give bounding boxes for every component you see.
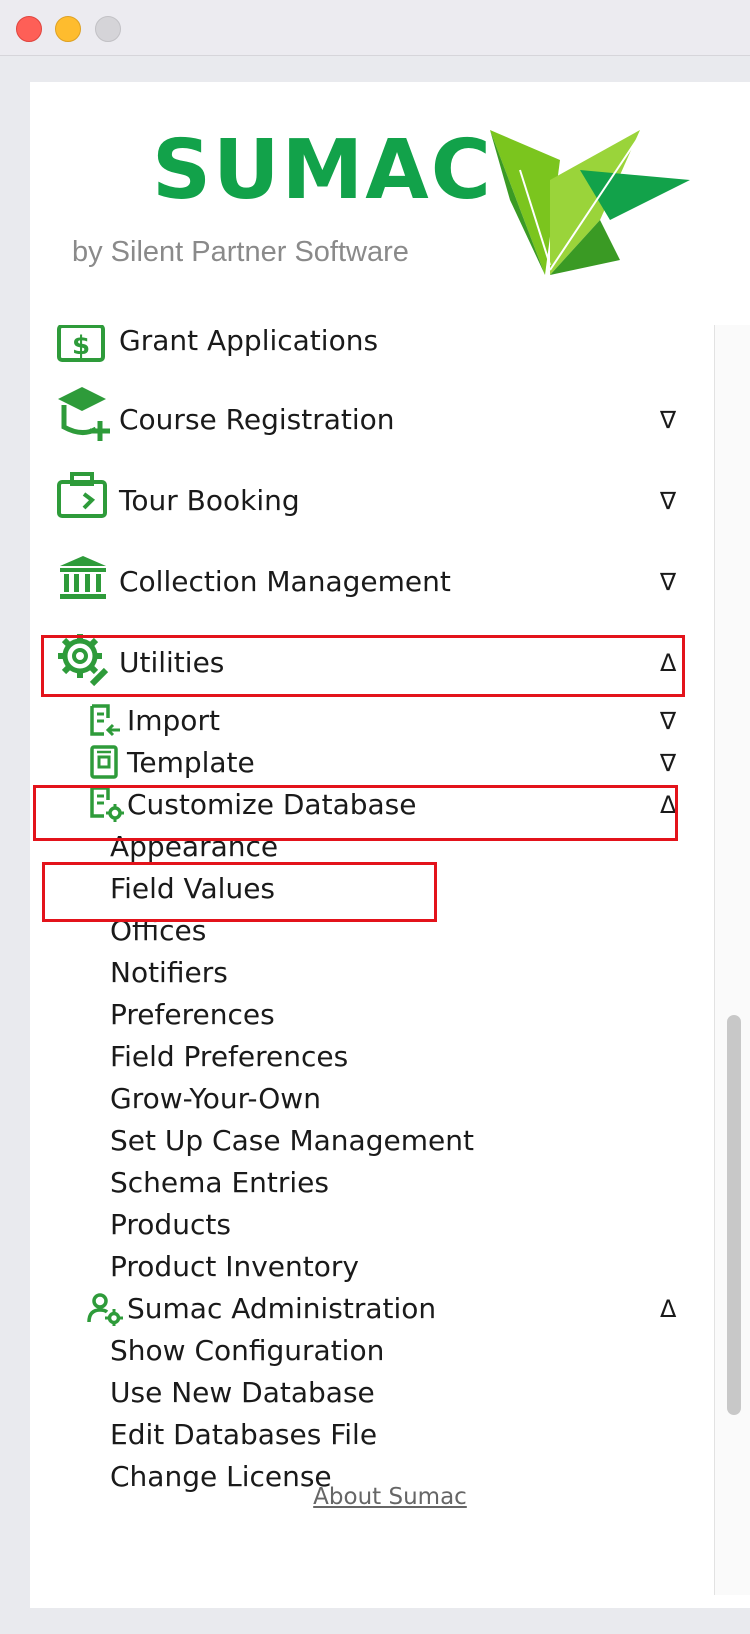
customize-item-label: Preferences — [110, 998, 275, 1031]
maximize-window-button[interactable] — [95, 16, 121, 42]
expand-arrow-icon[interactable]: ∇ — [660, 709, 676, 733]
customize-item-grow-your-own[interactable]: Grow-Your-Own — [30, 1078, 714, 1120]
menu-item-tour-booking[interactable]: Tour Booking ∇ — [30, 460, 714, 540]
user-gear-icon — [87, 1293, 123, 1326]
customize-item-products[interactable]: Products — [30, 1204, 714, 1246]
customize-item-label: Products — [110, 1208, 231, 1241]
submenu-item-sumac-administration[interactable]: Sumac Administration Δ — [30, 1288, 714, 1330]
customize-item-schema-entries[interactable]: Schema Entries — [30, 1162, 714, 1204]
admin-item-label: Edit Databases File — [110, 1418, 378, 1451]
expand-arrow-icon[interactable]: ∇ — [660, 489, 676, 513]
briefcase-icon — [57, 472, 107, 518]
customize-item-notifiers[interactable]: Notifiers — [30, 952, 714, 994]
museum-icon — [60, 556, 106, 599]
submenu-item-label: Template — [127, 746, 255, 779]
submenu-item-label: Sumac Administration — [127, 1292, 437, 1325]
sumac-main-window: SUMAC by Silent Partner Software $ Grant… — [30, 82, 750, 1608]
menu-item-label: Tour Booking — [119, 484, 300, 517]
logo-wordmark: SUMAC — [152, 123, 493, 218]
admin-item-label: Show Configuration — [110, 1334, 385, 1367]
graduation-cap-icon — [58, 387, 110, 441]
window-titlebar — [0, 0, 750, 56]
menu-item-label: Grant Applications — [119, 325, 379, 357]
customize-item-set-up-case-management[interactable]: Set Up Case Management — [30, 1120, 714, 1162]
menu-item-collection-management[interactable]: Collection Management ∇ — [30, 540, 714, 620]
navigation-menu: $ Grant Applications Course Registration… — [30, 325, 714, 1595]
menu-item-label: Collection Management — [119, 565, 451, 598]
customize-item-field-preferences[interactable]: Field Preferences — [30, 1036, 714, 1078]
customize-item-label: Schema Entries — [110, 1166, 329, 1199]
logo-tagline: by Silent Partner Software — [72, 236, 409, 268]
customize-item-product-inventory[interactable]: Product Inventory — [30, 1246, 714, 1288]
admin-item-use-new-database[interactable]: Use New Database — [30, 1372, 714, 1414]
minimize-window-button[interactable] — [55, 16, 81, 42]
highlight-utilities — [41, 635, 685, 697]
scrollbar-thumb[interactable] — [727, 1015, 741, 1415]
customize-item-label: Grow-Your-Own — [110, 1082, 321, 1115]
about-sumac-link[interactable]: About Sumac — [30, 1484, 750, 1510]
close-window-button[interactable] — [16, 16, 42, 42]
admin-item-show-configuration[interactable]: Show Configuration — [30, 1330, 714, 1372]
customize-item-label: Notifiers — [110, 956, 228, 989]
submenu-item-import[interactable]: Import ∇ — [30, 700, 714, 742]
highlight-customize-database — [33, 785, 678, 841]
menu-item-grant-applications[interactable]: $ Grant Applications — [30, 325, 714, 377]
menu-item-label: Course Registration — [119, 403, 395, 436]
submenu-item-label: Import — [127, 704, 220, 737]
leaf-logo-icon — [490, 130, 690, 275]
menu-item-course-registration[interactable]: Course Registration ∇ — [30, 380, 714, 460]
menu-scrollbar[interactable] — [714, 325, 750, 1595]
template-icon — [90, 745, 118, 779]
expand-arrow-icon[interactable]: ∇ — [660, 570, 676, 594]
customize-item-label: Field Preferences — [110, 1040, 349, 1073]
customize-item-preferences[interactable]: Preferences — [30, 994, 714, 1036]
customize-item-label: Product Inventory — [110, 1250, 359, 1283]
expand-arrow-icon[interactable]: ∇ — [660, 751, 676, 775]
grant-money-icon: $ — [57, 325, 105, 362]
highlight-field-values — [42, 862, 437, 922]
expand-arrow-icon[interactable]: ∇ — [660, 408, 676, 432]
admin-item-edit-databases-file[interactable]: Edit Databases File — [30, 1414, 714, 1456]
svg-text:$: $ — [72, 331, 90, 361]
customize-item-label: Set Up Case Management — [110, 1124, 474, 1157]
sumac-logo: SUMAC by Silent Partner Software — [30, 82, 750, 292]
admin-item-label: Use New Database — [110, 1376, 375, 1409]
import-list-icon — [90, 704, 120, 737]
collapse-arrow-icon[interactable]: Δ — [660, 1297, 676, 1321]
submenu-item-template[interactable]: Template ∇ — [30, 742, 714, 784]
